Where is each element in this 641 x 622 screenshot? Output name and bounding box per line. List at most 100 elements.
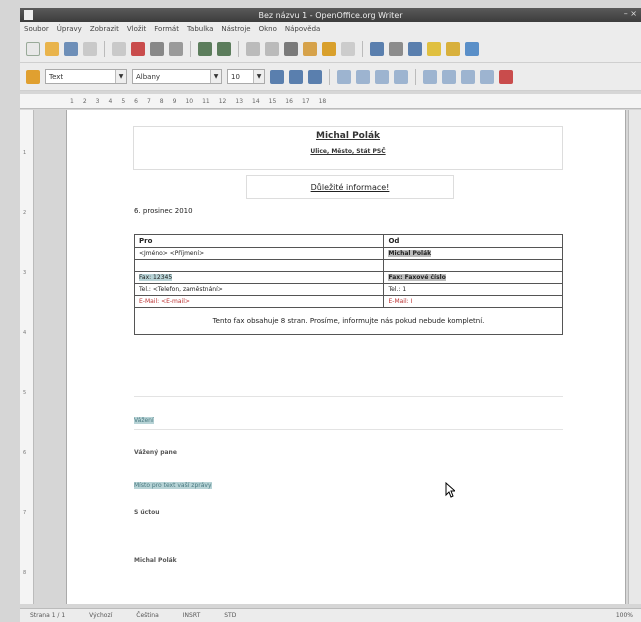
open-folder-icon[interactable] [45,41,59,56]
zoom-icon[interactable] [465,41,479,56]
ruler-mark: 7 [23,510,27,516]
copy-icon[interactable] [265,41,279,56]
paste-icon[interactable] [284,41,298,56]
toolbar-separator [329,68,330,85]
menu-format[interactable]: Formát [154,25,179,33]
bullets-icon[interactable] [442,69,456,84]
justify-icon[interactable] [394,69,408,84]
increase-indent-icon[interactable] [480,69,494,84]
align-center-icon[interactable] [356,69,370,84]
ruler-mark: 4 [23,330,27,336]
chevron-down-icon[interactable]: ▼ [210,70,221,83]
save-icon[interactable] [64,41,78,56]
mouse-cursor-icon [445,482,455,498]
subject-frame[interactable]: Důležité informace! [246,175,454,199]
ruler-mark: 14 [252,97,260,105]
status-page: Strana 1 / 1 [30,612,66,619]
bold-icon[interactable] [270,69,284,84]
app-icon [24,10,33,20]
ruler-mark: 13 [235,97,244,105]
font-size-select[interactable]: 10 ▼ [227,69,265,84]
status-style[interactable]: Výchozí [89,612,112,619]
align-left-icon[interactable] [337,69,351,84]
align-right-icon[interactable] [375,69,389,84]
cut-icon[interactable] [246,41,260,56]
to-phone[interactable]: Tel.: <Telefon, zaměstnání> [133,283,385,296]
menu-okno[interactable]: Okno [259,25,277,33]
standard-toolbar [20,35,641,63]
gallery-icon[interactable] [446,41,460,56]
undo-icon[interactable] [322,41,336,56]
email-icon[interactable] [83,41,97,56]
decrease-indent-icon[interactable] [461,69,475,84]
ruler-mark: 2 [82,97,87,105]
page-count-note[interactable]: Tento fax obsahuje 8 stran. Prosíme, inf… [134,307,563,335]
to-fax: Fax: 12345 [139,274,173,281]
print-icon[interactable] [150,41,164,56]
paragraph-style-select[interactable]: Text ▼ [45,69,127,84]
edit-file-icon[interactable] [112,41,126,56]
window-titlebar: Bez názvu 1 - OpenOffice.org Writer – × [20,8,641,22]
styles-formatting-icon[interactable] [26,69,40,84]
to-header: Pro [133,234,385,248]
salutation-field[interactable]: Vážení [134,417,154,424]
menu-zobrazit[interactable]: Zobrazit [90,25,119,33]
from-name-cell[interactable]: Michal Polák [383,247,563,260]
from-phone[interactable]: Tel.: 1 [383,283,563,296]
clone-format-icon[interactable] [303,41,317,56]
ruler-mark: 8 [159,97,164,105]
chevron-down-icon[interactable]: ▼ [253,70,264,83]
from-fax-cell[interactable]: Fax: Faxové číslo [383,271,563,284]
show-draw-functions-icon[interactable] [408,41,422,56]
menu-napoveda[interactable]: Nápověda [285,25,320,33]
menu-vlozit[interactable]: Vložit [127,25,146,33]
status-selection-mode[interactable]: STD [224,612,236,619]
numbering-icon[interactable] [423,69,437,84]
closing-text: S úctou [134,509,160,516]
subject-text: Důležité informace! [310,183,390,192]
to-name[interactable]: <Jméno> <Příjmení> [133,247,385,260]
body-placeholder-field[interactable]: Místo pro text vaší zprávy [134,482,212,489]
redo-icon[interactable] [341,41,355,56]
spellcheck-icon[interactable] [198,41,212,56]
underline-icon[interactable] [308,69,322,84]
menu-upravy[interactable]: Úpravy [57,25,82,33]
toolbar-separator [362,40,363,57]
letterhead-frame[interactable]: Michal Polák Ulice, Město, Stát PSČ [133,126,563,170]
ruler-mark: 16 [285,97,293,105]
vertical-ruler[interactable]: 1 2 3 4 5 6 7 8 [20,110,34,604]
vertical-scrollbar[interactable] [628,110,641,604]
fax-table[interactable]: Pro Od <Jméno> <Příjmení> Michal Polák F… [133,234,563,335]
table-icon[interactable] [389,41,403,56]
autospellcheck-icon[interactable] [217,41,231,56]
menu-nastroje[interactable]: Nástroje [221,25,250,33]
from-empty[interactable] [383,259,563,272]
menu-tabulka[interactable]: Tabulka [187,25,213,33]
window-close-icon[interactable]: – × [624,9,637,18]
ruler-mark: 5 [23,390,27,396]
table-row: <Jméno> <Příjmení> Michal Polák [133,247,563,260]
horizontal-ruler[interactable]: 1 2 3 4 5 6 7 8 9 10 11 12 13 14 15 16 17 18 [20,94,641,109]
menu-soubor[interactable]: Soubor [24,25,49,33]
to-fax-cell[interactable]: Fax: 12345 [133,271,385,284]
to-email[interactable]: E-Mail: <E-mail> [133,295,385,308]
hyperlink-icon[interactable] [370,41,384,56]
table-row: Fax: 12345 Fax: Faxové číslo [133,271,563,284]
text-boundary-line [134,429,563,430]
from-email[interactable]: E-Mail: I [383,295,563,308]
navigator-icon[interactable] [427,41,441,56]
toolbar-separator [190,40,191,57]
status-insert-mode[interactable]: INSRT [183,612,200,619]
new-document-icon[interactable] [26,41,40,56]
to-empty[interactable] [133,259,385,272]
export-pdf-icon[interactable] [131,41,145,56]
sender-name: Michal Polák [316,131,380,141]
ruler-mark: 5 [121,97,126,105]
status-zoom[interactable]: 100% [616,612,633,619]
status-language[interactable]: Čeština [136,612,159,619]
font-name-select[interactable]: Albany ▼ [132,69,222,84]
font-color-icon[interactable] [499,69,513,84]
italic-icon[interactable] [289,69,303,84]
chevron-down-icon[interactable]: ▼ [115,70,126,83]
print-preview-icon[interactable] [169,41,183,56]
